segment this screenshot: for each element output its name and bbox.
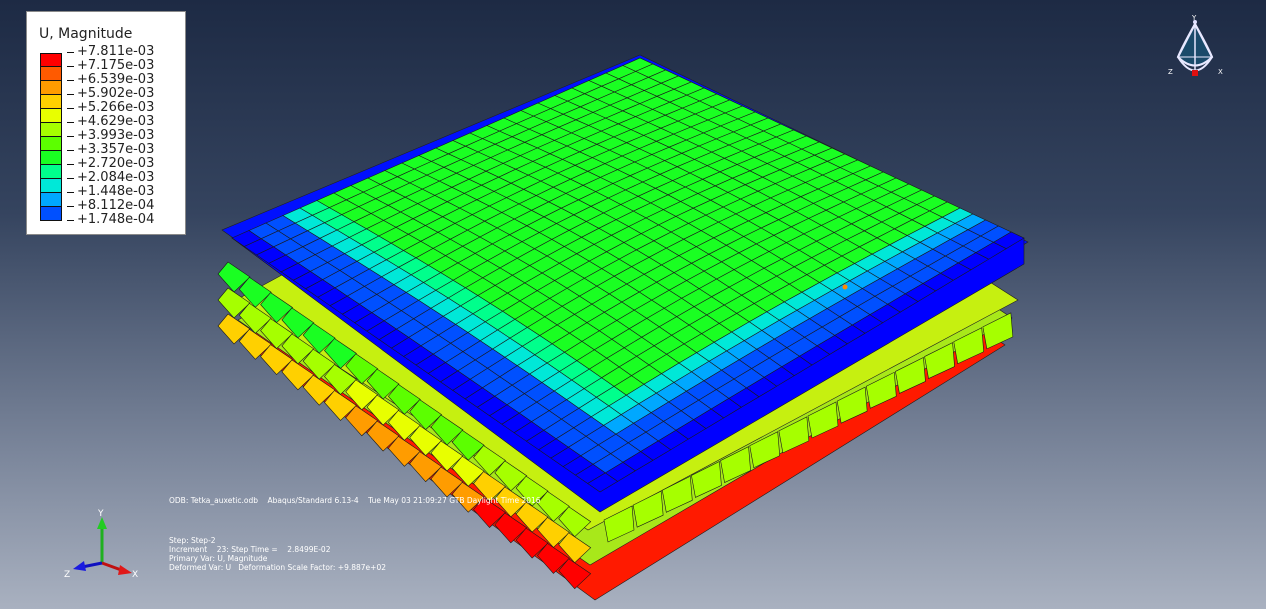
triad-z-arrow [73, 561, 86, 571]
triad-z-label: Z [64, 570, 70, 580]
legend-values: +7.811e-03 +7.175e-03 +6.539e-03 +5.902e-03… [67, 45, 154, 227]
deformed-var-label: Deformed Var: U Deformation Scale Factor… [169, 563, 387, 572]
legend-value: +8.112e-04 [67, 199, 154, 213]
model-viewport[interactable] [0, 0, 1266, 609]
legend-value: +1.748e-04 [67, 213, 154, 227]
triad-x-arrow [118, 565, 132, 575]
legend-color-bar-frame [40, 53, 62, 221]
triad-x-label: X [132, 570, 138, 580]
primary-var-label: Primary Var: U, Magnitude [169, 554, 268, 563]
top-surface-mesh [231, 57, 1025, 513]
view-cube-z-label: Z [1168, 68, 1173, 76]
legend-value: +2.720e-03 [67, 157, 154, 171]
legend-value: +5.902e-03 [67, 87, 154, 101]
view-orientation-cube[interactable]: Y X Z [1160, 12, 1230, 87]
legend-value: +3.357e-03 [67, 143, 154, 157]
legend-value: +7.175e-03 [67, 59, 154, 73]
legend-value: +6.539e-03 [67, 73, 154, 87]
step-label: Step: Step-2 [169, 536, 216, 545]
coordinate-triad: Y X Z [64, 509, 138, 580]
color-legend: U, Magnitude +7.811e-03 +7.175e-03 +6.539e… [26, 11, 186, 235]
increment-label: Increment 23: Step Time = 2.8499E-02 [169, 545, 331, 554]
legend-value: +1.448e-03 [67, 185, 154, 199]
legend-value: +5.266e-03 [67, 101, 154, 115]
probe-point-marker [842, 284, 848, 290]
legend-value: +2.084e-03 [67, 171, 154, 185]
odb-info-line: ODB: Tetka_auxetic.odb Abaqus/Standard 6… [169, 496, 541, 505]
legend-value: +4.629e-03 [67, 115, 154, 129]
legend-value: +3.993e-03 [67, 129, 154, 143]
legend-value: +7.811e-03 [67, 45, 154, 59]
legend-title: U, Magnitude [39, 26, 133, 42]
view-cube-origin [1192, 70, 1198, 76]
triad-y-label: Y [97, 509, 104, 519]
view-cube-x-label: X [1218, 68, 1223, 76]
view-cube-y-label: Y [1191, 14, 1197, 22]
